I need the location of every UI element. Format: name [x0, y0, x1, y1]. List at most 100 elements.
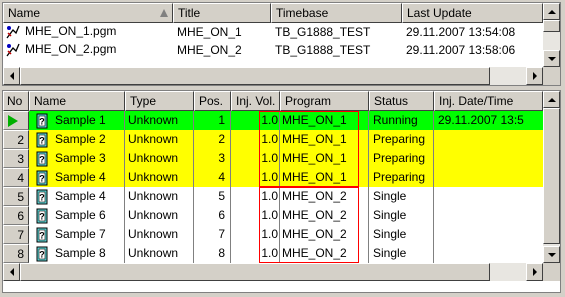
sample-name: Sample 8 [55, 246, 106, 260]
program-last-update: 29.11.2007 13:58:06 [406, 43, 516, 57]
sample-row[interactable]: ? Sample 1 Unknown 1 1.0 MHE_ON_1 Running 29.11… [3, 111, 543, 130]
program-last-update: 29.11.2007 13:54:08 [406, 25, 516, 39]
sample-vial-icon: ? [36, 113, 48, 128]
svg-text:?: ? [39, 230, 45, 240]
row-number-cell[interactable]: 4 [3, 168, 29, 187]
program-name-cell: MHE_ON_1.pgm [3, 24, 173, 40]
sample-row[interactable]: 3? Sample 3 Unknown 3 1.0 MHE_ON_1 Preparing [3, 149, 543, 168]
sample-inj-vol: 1.0 [231, 168, 280, 187]
scroll-up-button[interactable] [543, 3, 560, 20]
column-header-program[interactable]: Program [280, 91, 369, 111]
sample-inj-date [434, 206, 543, 225]
sample-name-cell: ? Sample 4 [29, 168, 125, 187]
column-header-inj-date[interactable]: Inj. Date/Time [434, 91, 543, 111]
sample-pos: 5 [194, 187, 231, 206]
sample-name-cell: ? Sample 1 [29, 111, 125, 130]
sample-inj-vol: 1.0 [231, 130, 280, 149]
row-number-cell[interactable]: 7 [3, 225, 29, 244]
sample-row[interactable]: 5? Sample 4 Unknown 5 1.0 MHE_ON_2 Single [3, 187, 543, 206]
sample-pos: 1 [194, 111, 231, 130]
svg-text:?: ? [39, 135, 45, 145]
column-header-type[interactable]: Type [125, 91, 194, 111]
scroll-thumb[interactable] [20, 67, 490, 85]
scroll-left-button[interactable] [3, 67, 20, 85]
sample-name-cell: ? Sample 4 [29, 187, 125, 206]
sample-pos: 7 [194, 225, 231, 244]
sample-name: Sample 1 [55, 113, 106, 127]
scroll-thumb[interactable] [20, 263, 490, 281]
program-list-horizontal-scrollbar[interactable] [3, 67, 543, 85]
sample-inj-vol: 1.0 [231, 149, 280, 168]
column-header-pos-label: Pos. [199, 94, 224, 108]
column-header-timebase[interactable]: Timebase [271, 3, 402, 23]
sample-row[interactable]: 2? Sample 2 Unknown 2 1.0 MHE_ON_1 Preparing [3, 130, 543, 149]
sample-status: Preparing [369, 149, 434, 168]
column-header-sample-name-label: Name [34, 94, 67, 108]
sample-type: Unknown [125, 225, 194, 244]
sample-inj-date [434, 168, 543, 187]
column-header-no[interactable]: No [3, 91, 29, 111]
svg-text:?: ? [39, 211, 45, 221]
sample-name-cell: ? Sample 7 [29, 225, 125, 244]
sample-pos: 4 [194, 168, 231, 187]
svg-text:?: ? [39, 192, 45, 202]
sample-name: Sample 7 [55, 227, 106, 241]
sample-inj-vol: 1.0 [231, 225, 280, 244]
row-number-cell[interactable]: 6 [3, 206, 29, 225]
sample-pos: 6 [194, 206, 231, 225]
column-header-pos[interactable]: Pos. [194, 91, 231, 111]
sample-program: MHE_ON_2 [280, 187, 369, 206]
scroll-thumb[interactable] [543, 20, 560, 32]
row-number-cell[interactable]: 2 [3, 130, 29, 149]
sample-row[interactable]: 6? Sample 6 Unknown 6 1.0 MHE_ON_2 Single [3, 206, 543, 225]
sample-status: Preparing [369, 130, 434, 149]
sample-inj-date [434, 225, 543, 244]
svg-text:?: ? [39, 116, 45, 126]
sample-program: MHE_ON_2 [280, 225, 369, 244]
row-number-cell[interactable] [3, 111, 29, 130]
scroll-up-button[interactable] [543, 91, 560, 108]
sample-vial-icon: ? [36, 170, 48, 185]
scroll-down-button[interactable] [543, 246, 560, 263]
sample-inj-vol: 1.0 [231, 244, 280, 263]
sample-status: Running [369, 111, 434, 130]
program-name: MHE_ON_1.pgm [25, 24, 117, 39]
column-header-status[interactable]: Status [369, 91, 434, 111]
row-number-cell[interactable]: 8 [3, 244, 29, 263]
arrow-up-icon [547, 9, 556, 14]
column-header-title[interactable]: Title [173, 3, 271, 23]
sample-row[interactable]: 4? Sample 4 Unknown 4 1.0 MHE_ON_1 Preparing [3, 168, 543, 187]
column-divider [230, 111, 231, 263]
current-row-play-icon [8, 114, 18, 127]
scroll-thumb[interactable] [543, 108, 560, 244]
program-list-vertical-scrollbar[interactable] [543, 3, 560, 67]
svg-text:?: ? [39, 249, 45, 259]
sample-name: Sample 3 [55, 151, 106, 165]
column-header-last-update[interactable]: Last Update [402, 3, 543, 23]
row-number-cell[interactable]: 3 [3, 149, 29, 168]
scroll-right-button[interactable] [526, 263, 543, 281]
sample-vial-icon: ? [36, 151, 48, 166]
sample-sequence-horizontal-scrollbar[interactable] [3, 263, 543, 281]
column-header-inj-vol[interactable]: Inj. Vol. [231, 91, 280, 111]
column-header-sample-name[interactable]: Name [29, 91, 125, 111]
arrow-right-icon [532, 72, 537, 80]
arrow-down-icon [547, 56, 556, 61]
sample-name: Sample 4 [55, 189, 106, 203]
row-number-cell[interactable]: 5 [3, 187, 29, 206]
program-row[interactable]: MHE_ON_1.pgm MHE_ON_1 TB_G1888_TEST 29.11.2… [3, 23, 543, 41]
column-header-status-label: Status [374, 94, 409, 108]
arrow-left-icon [9, 72, 14, 80]
sample-sequence-body: ? Sample 1 Unknown 1 1.0 MHE_ON_1 Running 29.11… [3, 111, 543, 263]
sample-status: Single [369, 187, 434, 206]
column-header-name[interactable]: Name [3, 3, 173, 23]
sample-sequence-vertical-scrollbar[interactable] [543, 91, 560, 263]
program-row[interactable]: MHE_ON_2.pgm MHE_ON_2 TB_G1888_TEST 29.11.2… [3, 41, 543, 59]
sample-status: Preparing [369, 168, 434, 187]
sample-row[interactable]: 8? Sample 8 Unknown 8 1.0 MHE_ON_2 Single [3, 244, 543, 263]
scroll-down-button[interactable] [543, 50, 560, 67]
scroll-left-button[interactable] [3, 263, 20, 281]
scroll-right-button[interactable] [526, 67, 543, 85]
scrollbar-corner [543, 263, 560, 281]
sample-row[interactable]: 7? Sample 7 Unknown 7 1.0 MHE_ON_2 Single [3, 225, 543, 244]
